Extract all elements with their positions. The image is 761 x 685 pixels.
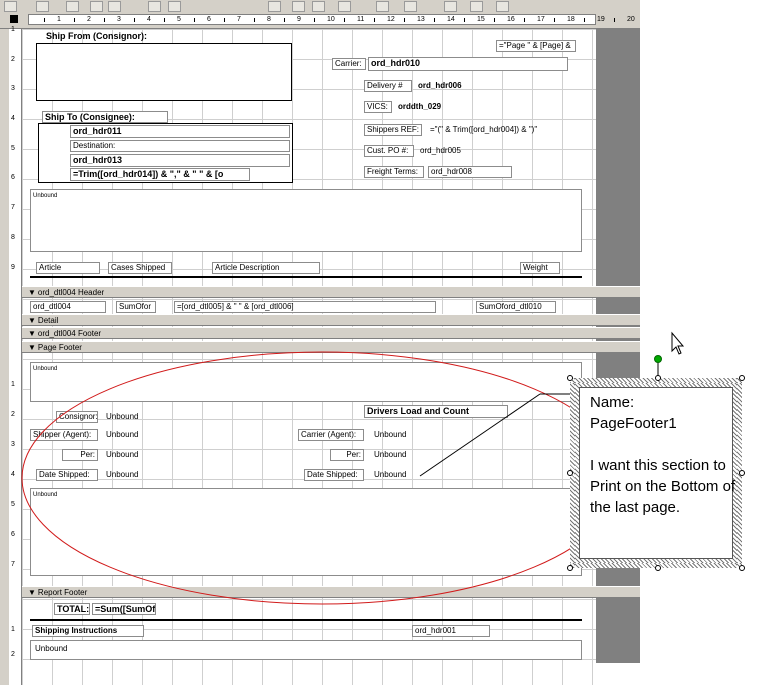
resize-handle-icon[interactable]: [739, 470, 745, 476]
resize-handle-icon[interactable]: [567, 375, 573, 381]
annotation-text: Name: PageFooter1 I want this section to…: [590, 392, 740, 518]
annotation-line-name: Name:: [590, 394, 635, 411]
resize-handle-icon[interactable]: [739, 565, 745, 571]
resize-handle-icon[interactable]: [655, 565, 661, 571]
resize-handle-icon[interactable]: [655, 375, 661, 381]
resize-handle-icon[interactable]: [739, 375, 745, 381]
annotation-line-section: PageFooter1: [590, 415, 677, 432]
resize-handle-icon[interactable]: [567, 470, 573, 476]
mouse-cursor-icon: [671, 331, 685, 355]
annotation-callout-body: Name: PageFooter1 I want this section to…: [579, 387, 735, 559]
resize-handle-icon[interactable]: [567, 565, 573, 571]
annotation-overlay: [21, 331, 685, 605]
callout-line: [419, 393, 541, 477]
rotation-handle-icon[interactable]: [654, 355, 662, 363]
highlight-ellipse: [21, 351, 623, 605]
annotation-line-request: I want this section to Print on the Bott…: [590, 457, 736, 516]
annotation-callout-box[interactable]: Name: PageFooter1 I want this section to…: [570, 378, 742, 568]
